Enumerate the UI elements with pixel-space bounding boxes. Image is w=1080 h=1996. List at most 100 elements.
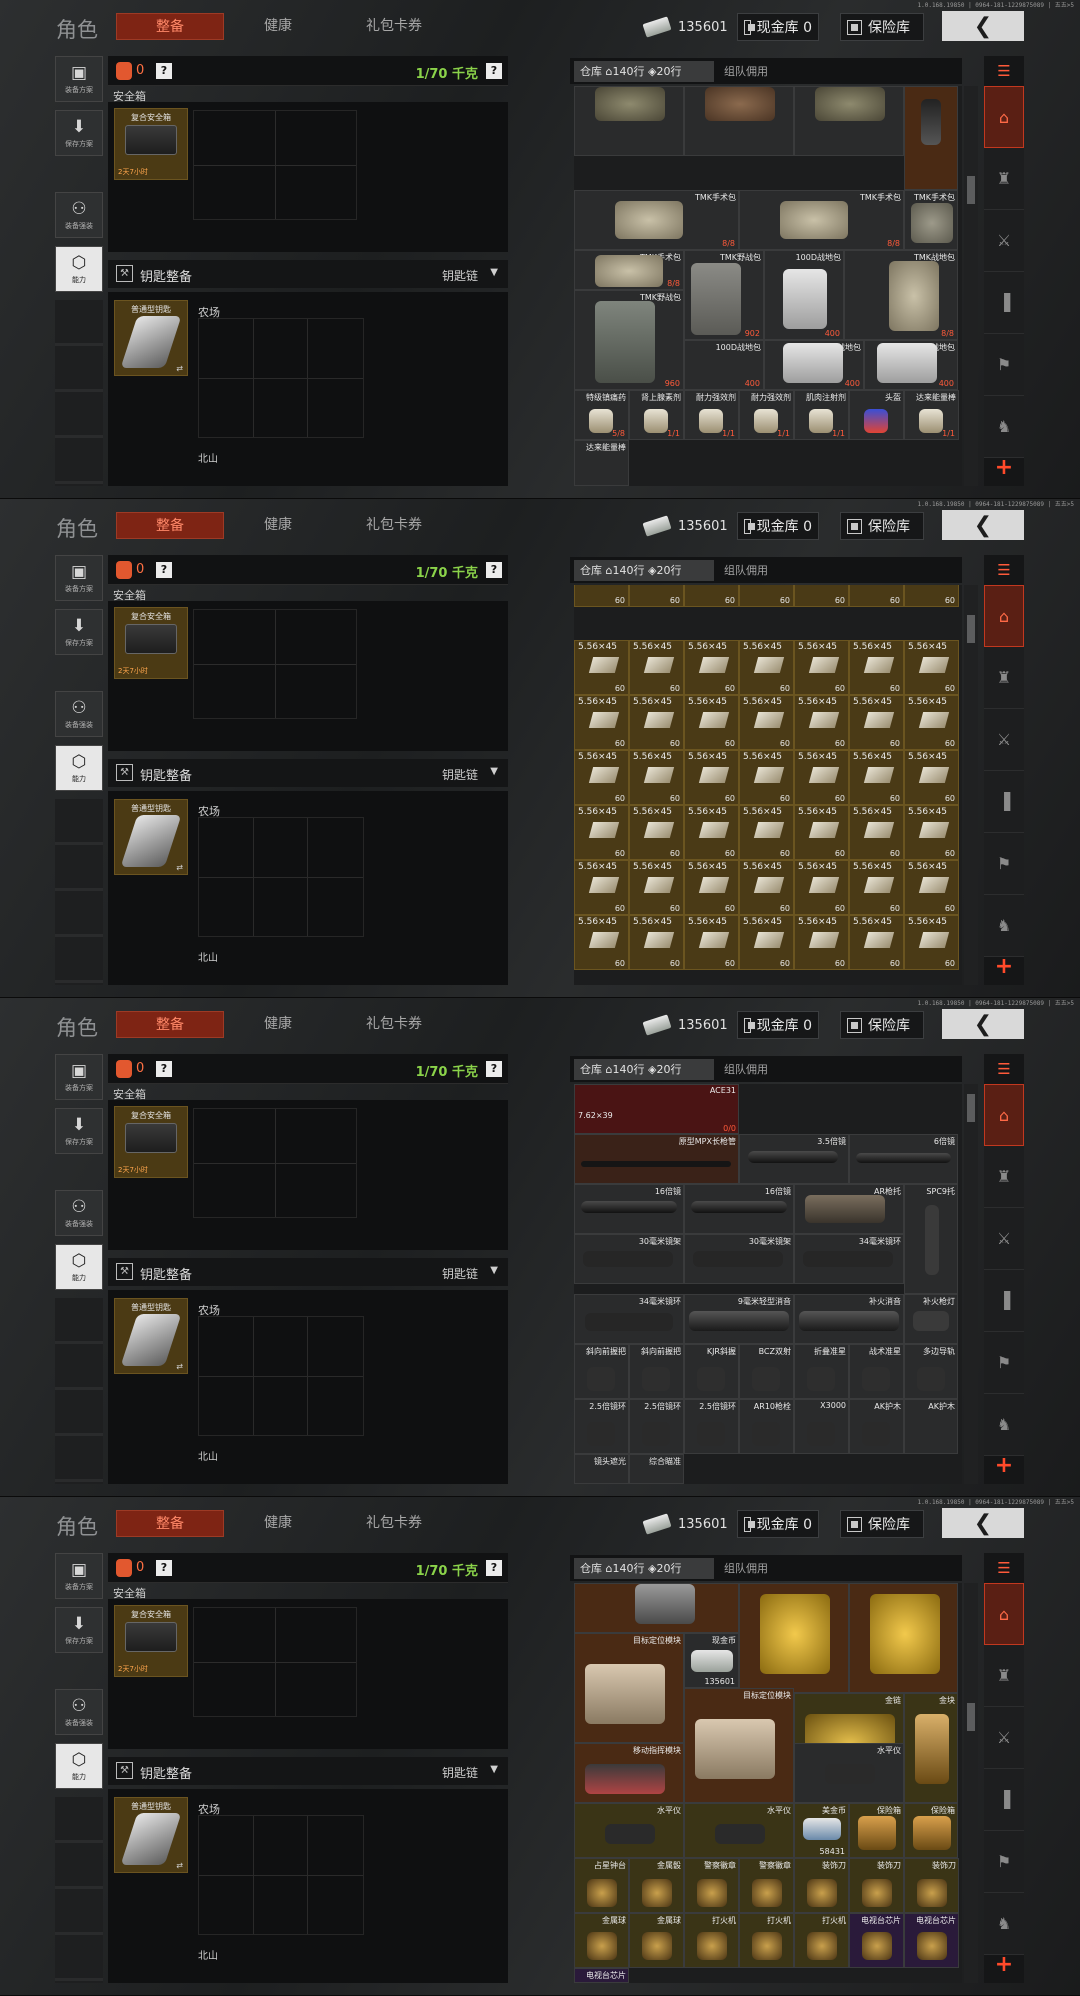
- inventory-item[interactable]: TMK野战包 960: [574, 290, 684, 390]
- inventory-scrollbar[interactable]: [964, 585, 978, 985]
- ammo-box[interactable]: 5.56×45 60: [739, 695, 794, 750]
- category-5[interactable]: ⚑: [984, 1332, 1024, 1394]
- inventory-item[interactable]: 100D战地包400: [764, 340, 864, 390]
- inventory-item[interactable]: X3000: [794, 1399, 849, 1454]
- inventory-item[interactable]: 水平仪: [574, 1803, 684, 1858]
- tab-gift[interactable]: 礼包卡券: [344, 1510, 444, 1537]
- ammo-box[interactable]: 5.56×45 60: [849, 915, 904, 970]
- inventory-item[interactable]: 斜向前握把: [629, 1344, 684, 1399]
- ammo-box[interactable]: 5.56×45 60: [794, 915, 849, 970]
- inventory-item[interactable]: TMK手术包: [904, 190, 958, 250]
- inventory-item[interactable]: AR10枪栓: [739, 1399, 794, 1454]
- back-button[interactable]: ❮: [942, 510, 1024, 540]
- inventory-item[interactable]: [684, 86, 794, 156]
- ammo-box[interactable]: 5.56×45 60: [794, 640, 849, 695]
- category-1[interactable]: ⌂: [984, 1583, 1024, 1645]
- ammo-box[interactable]: 60: [739, 585, 794, 607]
- ammo-box[interactable]: 5.56×45 60: [684, 915, 739, 970]
- inventory-item[interactable]: 综合瞄准: [629, 1454, 684, 1484]
- ammo-box[interactable]: 5.56×45 60: [904, 750, 959, 805]
- inventory-scrollbar[interactable]: [964, 1583, 978, 1983]
- inventory-item[interactable]: [574, 86, 684, 156]
- inventory-item[interactable]: 34毫米镜环: [574, 1294, 684, 1344]
- ammo-box[interactable]: 5.56×45 60: [849, 695, 904, 750]
- ammo-box[interactable]: 60: [794, 585, 849, 607]
- ammo-box[interactable]: 5.56×45 60: [794, 750, 849, 805]
- ammo-box[interactable]: 5.56×45 60: [684, 805, 739, 860]
- category-2[interactable]: ♜: [984, 148, 1024, 210]
- safe-vault-button[interactable]: 保险库: [840, 1510, 924, 1538]
- inventory-scrollbar[interactable]: [964, 86, 978, 486]
- ammo-box[interactable]: 5.56×45 60: [794, 805, 849, 860]
- sidebar-button-3[interactable]: ⚇ 装备强装: [55, 691, 103, 737]
- inventory-item[interactable]: 16倍镜: [574, 1184, 684, 1234]
- tab-gear[interactable]: 整备: [116, 1510, 224, 1537]
- category-6[interactable]: ♞: [984, 1394, 1024, 1456]
- category-2[interactable]: ♜: [984, 1645, 1024, 1707]
- inventory-item[interactable]: 6倍镜: [849, 1134, 958, 1184]
- key-chain-select[interactable]: 钥匙链: [442, 766, 478, 783]
- inventory-item[interactable]: 2.5倍镜环: [629, 1399, 684, 1454]
- inventory-item[interactable]: 100D战地包400: [764, 250, 844, 340]
- safe-box-item[interactable]: 复合安全箱 2天7小时: [114, 607, 188, 679]
- inventory-item[interactable]: 移动指挥模块: [574, 1743, 684, 1803]
- chevron-down-icon[interactable]: ▼: [490, 1764, 498, 1775]
- category-2[interactable]: ♜: [984, 647, 1024, 709]
- chevron-down-icon[interactable]: ▼: [490, 267, 498, 278]
- layers-icon[interactable]: ☰: [984, 557, 1024, 583]
- ammo-box[interactable]: 5.56×45 60: [904, 915, 959, 970]
- inventory-item[interactable]: 30毫米镜架: [574, 1234, 684, 1284]
- sidebar-button-1[interactable]: ▣ 装备方案: [55, 1553, 103, 1599]
- ammo-box[interactable]: 5.56×45 60: [739, 860, 794, 915]
- ammo-box[interactable]: 5.56×45 60: [684, 695, 739, 750]
- tab-warehouse[interactable]: 仓库 ⌂140行 ◈20行: [574, 61, 714, 82]
- scroll-thumb[interactable]: [967, 1703, 975, 1731]
- tab-team[interactable]: 组队佣用: [724, 560, 768, 581]
- weight-help-icon[interactable]: ?: [486, 562, 502, 578]
- ammo-box[interactable]: 5.56×45 60: [794, 695, 849, 750]
- help-icon[interactable]: ?: [156, 562, 172, 578]
- ammo-box[interactable]: 5.56×45 60: [629, 805, 684, 860]
- tab-warehouse[interactable]: 仓库 ⌂140行 ◈20行: [574, 560, 714, 581]
- inventory-item[interactable]: 镜头遮光: [574, 1454, 629, 1484]
- inventory-item[interactable]: 斜向前握把: [574, 1344, 629, 1399]
- tab-gear[interactable]: 整备: [116, 1011, 224, 1038]
- ammo-box[interactable]: 5.56×45 60: [574, 640, 629, 695]
- inventory-item[interactable]: 保险箱: [849, 1803, 904, 1858]
- inventory-item[interactable]: TMK野战包 902: [684, 250, 764, 340]
- ammo-box[interactable]: 5.56×45 60: [904, 805, 959, 860]
- cash-vault-button[interactable]: 现金库 0: [737, 1510, 819, 1538]
- inventory-item[interactable]: [739, 1583, 849, 1693]
- help-icon[interactable]: ?: [156, 63, 172, 79]
- inventory-item[interactable]: TMK手术包8/8: [574, 250, 684, 290]
- sidebar-button-2[interactable]: ⬇ 保存方案: [55, 110, 103, 156]
- ammo-box[interactable]: 5.56×45 60: [574, 695, 629, 750]
- back-button[interactable]: ❮: [942, 11, 1024, 41]
- inventory-item[interactable]: [574, 1583, 739, 1633]
- sidebar-button-4[interactable]: ⬡ 能力: [55, 745, 103, 791]
- ammo-box[interactable]: 5.56×45 60: [904, 695, 959, 750]
- inventory-item[interactable]: 装饰刀: [794, 1858, 849, 1913]
- weight-help-icon[interactable]: ?: [486, 1560, 502, 1576]
- inventory-item[interactable]: 肾上腺素剂 1/1: [629, 390, 684, 440]
- inventory-item[interactable]: 金属骰: [629, 1858, 684, 1913]
- inventory-item[interactable]: 打火机: [739, 1913, 794, 1968]
- inventory-item[interactable]: 水平仪: [684, 1803, 794, 1858]
- inventory-item[interactable]: 金属球: [629, 1913, 684, 1968]
- category-5[interactable]: ⚑: [984, 1831, 1024, 1893]
- inventory-item[interactable]: [849, 1583, 958, 1693]
- inventory-item[interactable]: 100D战地包400: [864, 340, 958, 390]
- inventory-item[interactable]: BCZ双射: [739, 1344, 794, 1399]
- category-6[interactable]: ♞: [984, 895, 1024, 957]
- category-3[interactable]: ⚔: [984, 1208, 1024, 1270]
- inventory-item[interactable]: 34毫米镜环: [794, 1234, 904, 1284]
- inventory-item[interactable]: 原型MPX长枪管: [574, 1134, 739, 1184]
- inventory-item[interactable]: 补火消音: [794, 1294, 904, 1344]
- inventory-item[interactable]: 打火机: [794, 1913, 849, 1968]
- tab-health[interactable]: 健康: [248, 1011, 308, 1038]
- inventory-item[interactable]: 金块: [904, 1693, 958, 1803]
- inventory-item[interactable]: 耐力强效剂 1/1: [739, 390, 794, 440]
- tab-team[interactable]: 组队佣用: [724, 1558, 768, 1579]
- inventory-item[interactable]: AK护木: [904, 1399, 958, 1454]
- category-5[interactable]: ⚑: [984, 833, 1024, 895]
